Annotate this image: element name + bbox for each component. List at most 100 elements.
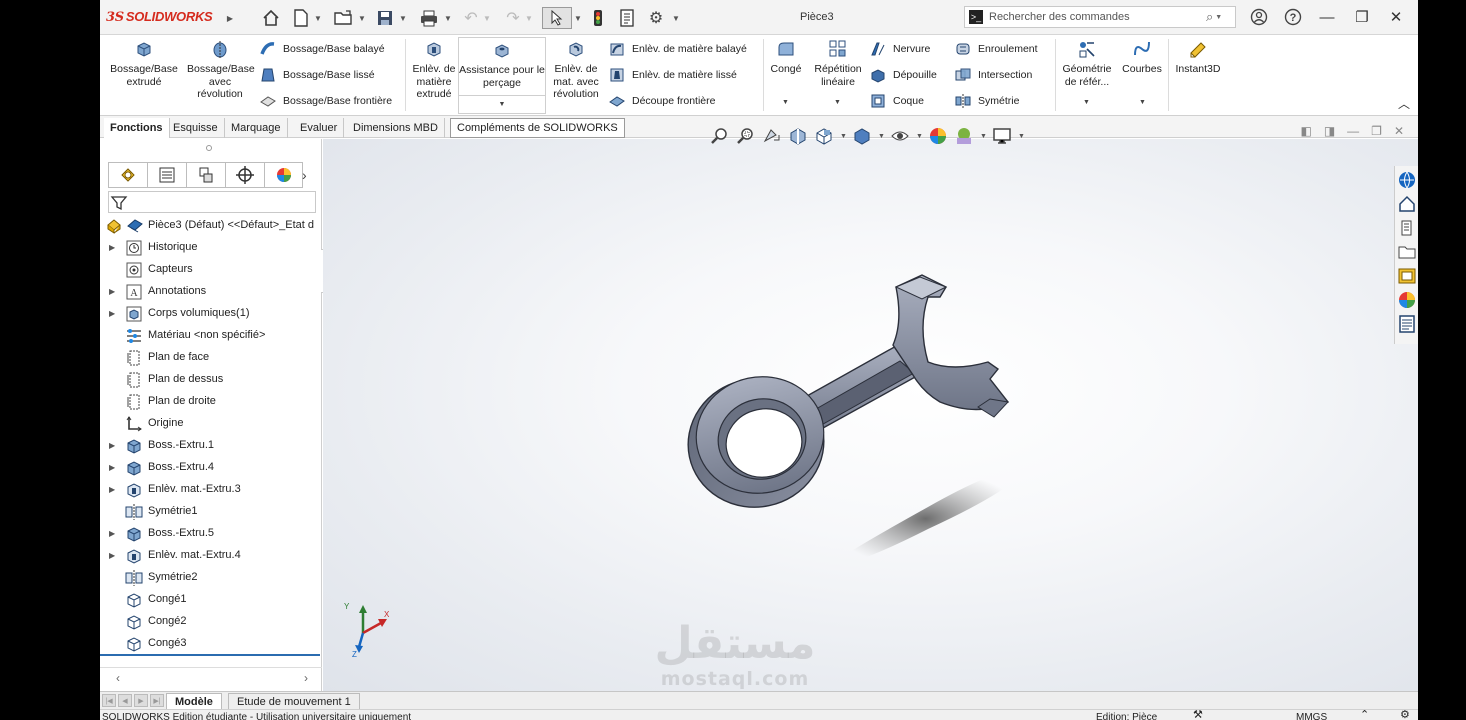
tree-item[interactable]: Congé3 [100, 633, 322, 655]
chevron-down-icon[interactable]: ▼ [358, 7, 366, 29]
loft-boss-button[interactable]: Bossage/Base lissé [260, 67, 375, 83]
view-orientation-icon[interactable] [814, 126, 834, 146]
chevron-down-icon[interactable]: ▼ [483, 7, 491, 29]
print-icon[interactable] [418, 7, 440, 29]
tab-features[interactable]: Fonctions [104, 118, 170, 138]
chevron-down-icon[interactable]: ▼ [980, 133, 987, 140]
tab-evaluate[interactable]: Evaluer [294, 118, 345, 138]
collapse-ribbon-icon[interactable]: ︿ [1398, 95, 1410, 112]
chevron-down-icon[interactable]: ▼ [840, 133, 847, 140]
tab-solidworks-addins[interactable]: Compléments de SOLIDWORKS [450, 118, 625, 138]
view-palette-folder-icon[interactable] [1397, 242, 1417, 262]
tab-motion-study[interactable]: Etude de mouvement 1 [228, 693, 360, 709]
scroll-right-icon[interactable]: › [304, 671, 308, 685]
account-icon[interactable] [1247, 6, 1271, 28]
tree-item[interactable]: ▶ A Annotations [100, 281, 322, 303]
tree-item[interactable]: Matériau <non spécifié> [100, 325, 322, 347]
tab-sketch[interactable]: Esquisse [167, 118, 225, 138]
prev-tab-icon[interactable]: ◀ [118, 694, 132, 707]
tree-item[interactable]: ▶ Corps volumiques(1) [100, 303, 322, 325]
revolve-boss-button[interactable]: Bossage/Base avec révolution [184, 39, 256, 101]
reference-geometry-dropdown-icon[interactable]: ▼ [1083, 99, 1090, 106]
rebuild-status-icon[interactable]: ⚒ [1193, 710, 1203, 720]
solidworks-logo[interactable]: 3S SOLIDWORKS [106, 9, 213, 25]
chevron-down-icon[interactable]: ▼ [444, 7, 452, 29]
viewport-restore-icon[interactable]: ❐ [1371, 124, 1382, 138]
chevron-down-icon[interactable]: ▼ [314, 7, 322, 29]
display-manager-tab-icon[interactable] [264, 162, 303, 188]
chevron-down-icon[interactable]: ▼ [878, 133, 885, 140]
panel-grip-icon[interactable] [206, 145, 212, 151]
select-cursor-icon[interactable] [542, 7, 572, 29]
zoom-to-fit-icon[interactable] [710, 126, 730, 146]
zoom-to-area-icon[interactable] [736, 126, 756, 146]
expand-arrow-icon[interactable]: ▶ [109, 441, 115, 450]
tab-model[interactable]: Modèle [166, 693, 222, 709]
display-style-icon[interactable] [852, 126, 872, 146]
apply-scene-icon[interactable] [954, 126, 974, 146]
expand-arrow-icon[interactable]: ▶ [109, 485, 115, 494]
tree-item[interactable]: Congé1 [100, 589, 322, 611]
expand-arrow-icon[interactable]: ▶ [109, 309, 115, 318]
expand-arrow-icon[interactable]: ▶ [109, 529, 115, 538]
previous-view-icon[interactable] [762, 126, 782, 146]
graphics-area[interactable]: ▼ ▼ ▼ ▼ ▼ ◧ ◨ — ❐ ✕ Y X Z [323, 124, 1418, 691]
tree-item[interactable]: ▶ Boss.-Extru.4 [100, 457, 322, 479]
status-units[interactable]: MMGS [1296, 712, 1327, 720]
curves-button[interactable]: Courbes [1118, 39, 1166, 76]
open-folder-icon[interactable] [333, 7, 355, 29]
file-properties-icon[interactable] [617, 7, 637, 29]
rib-button[interactable]: Nervure [870, 41, 930, 57]
chevron-down-icon[interactable]: ▼ [1018, 133, 1025, 140]
loft-cut-button[interactable]: Enlèv. de matière lissé [609, 67, 737, 83]
tree-item[interactable]: ▶ Enlèv. mat.-Extru.3 [100, 479, 322, 501]
viewport-minimize-icon[interactable]: — [1347, 124, 1359, 138]
search-icon[interactable]: ⌕ [1206, 9, 1213, 25]
design-library-icon[interactable] [1397, 194, 1417, 214]
tree-item[interactable]: Congé2 [100, 611, 322, 633]
restore-icon[interactable]: ❐ [1350, 6, 1374, 28]
instant3d-button[interactable]: Instant3D [1172, 39, 1224, 76]
draft-button[interactable]: Dépouille [870, 67, 937, 83]
mirror-button[interactable]: Symétrie [955, 93, 1019, 109]
chevron-down-icon[interactable]: ▼ [672, 7, 680, 29]
tile-left-icon[interactable]: ◧ [1300, 124, 1311, 138]
rebuild-traffic-light-icon[interactable] [590, 7, 606, 29]
edit-appearance-icon[interactable] [928, 126, 948, 146]
file-explorer-icon[interactable] [1397, 218, 1417, 238]
intersect-button[interactable]: Intersection [955, 67, 1032, 83]
viewport-close-icon[interactable]: ✕ [1394, 124, 1404, 138]
tree-item[interactable]: ▶ Boss.-Extru.1 [100, 435, 322, 457]
tree-item[interactable]: Plan de dessus [100, 369, 322, 391]
tree-item[interactable]: Plan de face [100, 347, 322, 369]
chevron-down-icon[interactable]: ▼ [525, 7, 533, 29]
horizontal-scrollbar[interactable]: ‹ › [100, 667, 322, 687]
tree-root-part[interactable]: Pièce3 (Défaut) <<Défaut>_Etat d [100, 215, 322, 237]
chevron-down-icon[interactable]: ▼ [574, 7, 582, 29]
close-icon[interactable]: ✕ [1384, 6, 1408, 28]
first-tab-icon[interactable]: |◀ [102, 694, 116, 707]
linear-pattern-button[interactable]: Répétition linéaire [808, 39, 868, 88]
expand-arrow-icon[interactable]: ▶ [109, 551, 115, 560]
tree-item[interactable]: Plan de droite [100, 391, 322, 413]
redo-icon[interactable]: ↷ [503, 7, 523, 29]
command-search[interactable]: >_ ⌕ ▼ [964, 6, 1236, 28]
last-tab-icon[interactable]: ▶| [150, 694, 164, 707]
view-settings-monitor-icon[interactable] [992, 126, 1012, 146]
home-icon[interactable] [260, 7, 282, 29]
fillet-button[interactable]: Congé [766, 39, 806, 76]
shell-button[interactable]: Coque [870, 93, 924, 109]
tree-item[interactable]: ▶ Boss.-Extru.5 [100, 523, 322, 545]
tree-filter[interactable] [108, 191, 316, 213]
minimize-icon[interactable]: — [1315, 6, 1339, 28]
extrude-cut-button[interactable]: Enlèv. de matière extrudé [408, 39, 460, 101]
custom-properties-icon[interactable] [1397, 314, 1417, 334]
3d-part-model[interactable] [678, 267, 1018, 567]
tile-right-icon[interactable]: ◨ [1324, 124, 1335, 138]
swept-boss-button[interactable]: Bossage/Base balayé [260, 41, 385, 57]
new-document-icon[interactable] [290, 7, 312, 29]
feature-manager-tab-icon[interactable] [108, 162, 147, 188]
status-settings-icon[interactable]: ⚙ [1400, 710, 1410, 720]
swept-cut-button[interactable]: Enlèv. de matière balayé [609, 41, 747, 57]
next-tab-icon[interactable]: ▶ [134, 694, 148, 707]
